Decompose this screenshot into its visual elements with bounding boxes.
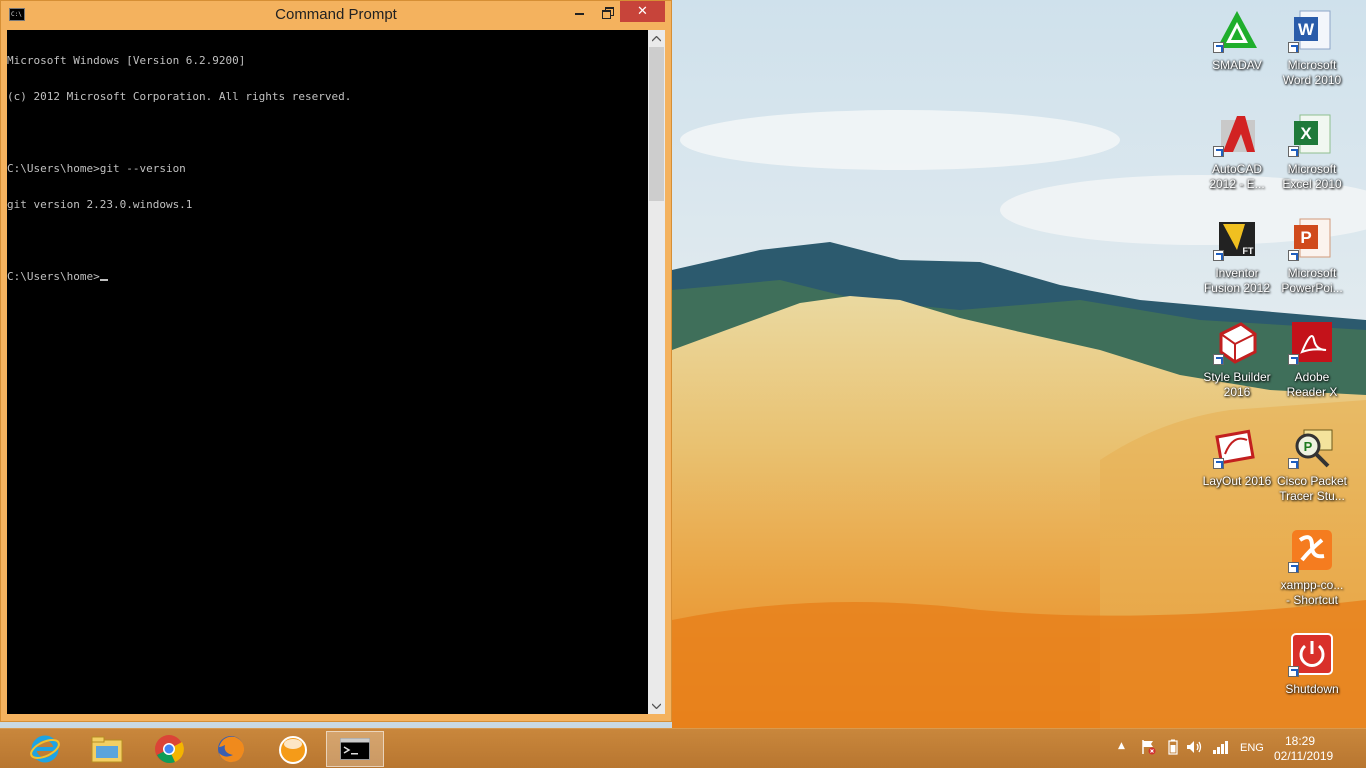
window-title: Command Prompt: [275, 6, 397, 23]
internet-explorer-icon: [30, 735, 60, 763]
text-cursor: [99, 279, 108, 281]
shortcut-arrow-icon: [1288, 666, 1299, 677]
file-explorer-icon: [91, 736, 123, 763]
close-button[interactable]: ✕: [620, 1, 665, 22]
firefox-icon: [218, 736, 245, 763]
console-prompt-line[interactable]: C:\Users\home>: [7, 271, 648, 283]
desktop-icon-layout[interactable]: LayOut 2016: [1199, 420, 1275, 520]
desktop-icon-powerpoint[interactable]: P Microsoft PowerPoi...: [1274, 212, 1350, 312]
desktop-icon-shutdown[interactable]: Shutdown: [1274, 628, 1350, 728]
clock[interactable]: 18:29 02/11/2019: [1274, 734, 1334, 764]
desktop-icon-word[interactable]: W Microsoft Word 2010: [1274, 4, 1350, 104]
svg-text:P: P: [1304, 439, 1313, 454]
taskbar-internet-explorer[interactable]: [16, 731, 74, 767]
icon-label: Microsoft Excel 2010: [1282, 162, 1342, 191]
console-line: git version 2.23.0.windows.1: [7, 198, 193, 211]
shortcut-arrow-icon: [1288, 250, 1299, 261]
shortcut-arrow-icon: [1288, 458, 1299, 469]
shortcut-arrow-icon: [1288, 354, 1299, 365]
icon-label: Style Builder 2016: [1203, 370, 1271, 399]
maximize-button[interactable]: [593, 1, 620, 22]
icon-label: xampp-co... - Shortcut: [1280, 578, 1344, 607]
shortcut-arrow-icon: [1213, 458, 1224, 469]
shortcut-arrow-icon: [1288, 146, 1299, 157]
taskbar-firefox[interactable]: [202, 731, 260, 767]
console-output[interactable]: Microsoft Windows [Version 6.2.9200] (c)…: [7, 30, 648, 714]
taskbar-chrome[interactable]: [140, 731, 198, 767]
vertical-scrollbar[interactable]: [648, 30, 665, 714]
desktop-icon-style-builder[interactable]: Style Builder 2016: [1199, 316, 1275, 416]
svg-text:X: X: [1300, 124, 1312, 143]
clock-time: 18:29: [1284, 734, 1316, 748]
icon-label: Shutdown: [1285, 682, 1339, 696]
desktop-icon-xampp[interactable]: xampp-co... - Shortcut: [1274, 524, 1350, 624]
desktop-icon-adobe-reader[interactable]: Adobe Reader X: [1274, 316, 1350, 416]
chrome-icon: [155, 735, 184, 764]
network-signal-icon[interactable]: [1212, 739, 1230, 755]
svg-text:W: W: [1298, 20, 1315, 39]
battery-icon[interactable]: [1168, 739, 1178, 755]
desktop-icon-autocad[interactable]: AutoCAD 2012 - E...: [1199, 108, 1275, 208]
desktop-icon-packet-tracer[interactable]: P Cisco Packet Tracer Stu...: [1274, 420, 1350, 520]
console-line: (c) 2012 Microsoft Corporation. All righ…: [7, 90, 352, 103]
clock-date: 02/11/2019: [1274, 749, 1334, 763]
chevron-down-icon: [652, 703, 661, 709]
svg-text:P: P: [1300, 228, 1311, 247]
scroll-thumb[interactable]: [649, 47, 664, 201]
shortcut-arrow-icon: [1213, 250, 1224, 261]
console-prompt: C:\Users\home>: [7, 270, 100, 283]
command-prompt-icon: [340, 738, 370, 760]
icon-label: Inventor Fusion 2012: [1203, 266, 1271, 295]
shortcut-arrow-icon: [1213, 354, 1224, 365]
restore-icon: [601, 7, 614, 19]
show-hidden-icons-button[interactable]: ▲: [1118, 741, 1125, 751]
icon-label: Cisco Packet Tracer Stu...: [1276, 474, 1348, 503]
desktop-icon-smadav[interactable]: SMADAV: [1199, 4, 1275, 104]
input-language-indicator[interactable]: ENG: [1240, 742, 1264, 754]
volume-icon[interactable]: [1186, 739, 1204, 755]
command-prompt-window[interactable]: C:\ Command Prompt ✕ Microsoft Windows […: [0, 0, 672, 722]
icon-label: Adobe Reader X: [1286, 370, 1338, 399]
command-prompt-app-icon[interactable]: C:\: [9, 8, 25, 21]
taskbar[interactable]: ▲ ENG 18:29 02/11/2019: [0, 728, 1366, 768]
taskbar-command-prompt[interactable]: [326, 731, 384, 767]
shortcut-arrow-icon: [1213, 42, 1224, 53]
action-center-flag-icon[interactable]: [1140, 739, 1156, 755]
icon-label: Microsoft Word 2010: [1282, 58, 1342, 87]
desktop-icon-inventor-fusion[interactable]: FT Inventor Fusion 2012: [1199, 212, 1275, 312]
chevron-up-icon: [652, 35, 661, 41]
shortcut-arrow-icon: [1213, 146, 1224, 157]
icon-label: SMADAV: [1212, 58, 1262, 72]
icon-label: AutoCAD 2012 - E...: [1209, 162, 1265, 191]
desktop-icon-excel[interactable]: X Microsoft Excel 2010: [1274, 108, 1350, 208]
minimize-button[interactable]: [565, 1, 593, 22]
close-icon: ✕: [637, 4, 648, 19]
shortcut-arrow-icon: [1288, 42, 1299, 53]
media-player-icon: [279, 736, 307, 764]
icon-label: LayOut 2016: [1202, 474, 1272, 488]
console-line: C:\Users\home>git --version: [7, 162, 186, 175]
minimize-icon: [574, 13, 584, 15]
scroll-down-button[interactable]: [648, 697, 665, 714]
title-bar[interactable]: C:\ Command Prompt ✕: [1, 1, 671, 29]
svg-text:FT: FT: [1243, 246, 1254, 256]
taskbar-media-player[interactable]: [264, 731, 322, 767]
shortcut-arrow-icon: [1288, 562, 1299, 573]
icon-label: Microsoft PowerPoi...: [1281, 266, 1343, 295]
console-line: Microsoft Windows [Version 6.2.9200]: [7, 54, 246, 67]
taskbar-file-explorer[interactable]: [78, 731, 136, 767]
scroll-up-button[interactable]: [648, 30, 665, 47]
